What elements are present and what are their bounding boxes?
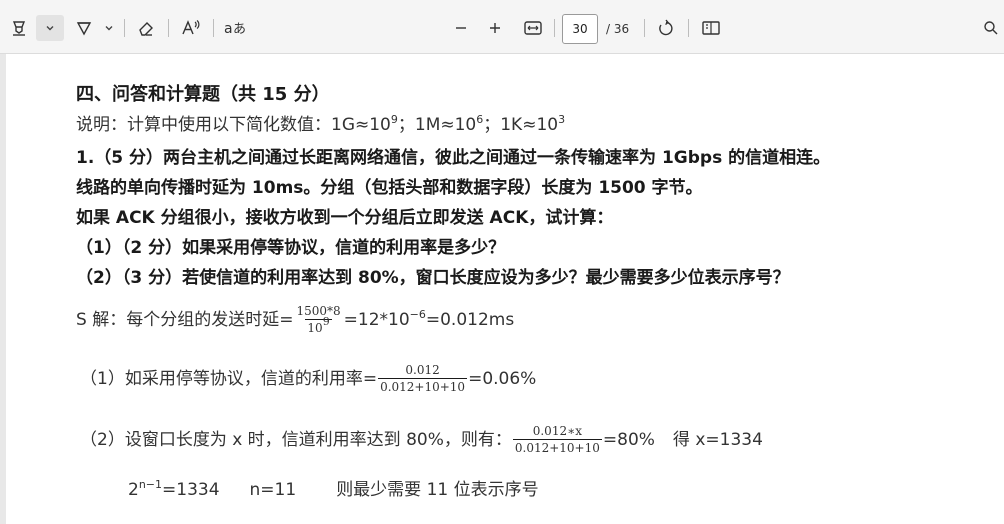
search-icon[interactable] xyxy=(980,15,1002,41)
answer-2-line: （2）设窗口长度为 x 时，信道利用率达到 80%，则有： 0.012∗x 0.01… xyxy=(80,424,763,456)
answer-3-base: 2 xyxy=(128,480,139,500)
answer-3-line: 2n−1=1334 n=11 则最少需要 11 位表示序号 xyxy=(128,475,539,500)
translate-icon[interactable]: aあ xyxy=(222,15,248,41)
answer-fraction-denominator: 109 xyxy=(305,316,332,336)
question-1-sub-1: （1）（2 分）如果采用停等协议，信道的利用率是多少？ xyxy=(76,238,506,258)
answer-1-prefix: （1）如采用停等协议，信道的利用率= xyxy=(80,369,378,389)
pdf-toolbar: aあ / 36 xyxy=(0,0,1004,54)
answer-1-line: （1）如采用停等协议，信道的利用率= 0.012 0.012+10+10 =0.06% xyxy=(80,363,536,395)
page-total: / 36 xyxy=(606,22,630,36)
answer-1-fraction: 0.012 0.012+10+10 xyxy=(378,363,468,395)
page-left-edge xyxy=(0,54,6,524)
note-1g-exp: 9 xyxy=(390,113,398,126)
answer-3-conclusion: 则最少需要 11 位表示序号 xyxy=(336,480,539,500)
answer-2-solve: 得 x=1334 xyxy=(672,430,763,450)
answer-2-fraction: 0.012∗x 0.012+10+10 xyxy=(512,424,602,456)
answer-denominator-base: 10 xyxy=(307,321,323,335)
note-sep: ； xyxy=(483,115,501,135)
toolbar-divider xyxy=(213,19,214,37)
note-1g: 1G≈10 xyxy=(331,115,391,135)
answer-result-b: =0.012ms xyxy=(425,310,515,330)
draw-dropdown-chevron-icon[interactable] xyxy=(100,15,118,41)
answer-result-exp: −6 xyxy=(409,308,426,321)
answer-fraction: 1500*8 109 xyxy=(294,304,342,336)
answer-2-denominator: 0.012+10+10 xyxy=(512,439,602,455)
toolbar-divider xyxy=(124,19,125,37)
question-1-sub-2: （2）（3 分）若使信道的利用率达到 80%，窗口长度应设为多少？最少需要多少位… xyxy=(76,268,790,288)
question-1-line-3: 如果 ACK 分组很小，接收方收到一个分组后立即发送 ACK，试计算： xyxy=(76,208,614,228)
note-1k-exp: 3 xyxy=(558,113,566,126)
answer-2-prefix: （2）设窗口长度为 x 时，信道利用率达到 80%，则有： xyxy=(80,430,512,450)
question-1-line-2: 线路的单向传播时延为 10ms。分组（包括头部和数据字段）长度为 1500 字节… xyxy=(76,178,703,198)
answer-3-exp: n−1 xyxy=(138,478,163,491)
note-1m: 1M≈10 xyxy=(414,115,477,135)
toolbar-divider xyxy=(688,19,689,37)
toolbar-divider xyxy=(644,19,645,37)
fit-page-icon[interactable] xyxy=(520,15,546,41)
question-1-line-1: 1.（5 分）两台主机之间通过长距离网络通信，彼此之间通过一条传输速率为 1Gb… xyxy=(76,148,831,168)
svg-text:あ: あ xyxy=(233,22,246,37)
answer-1-denominator: 0.012+10+10 xyxy=(378,378,468,394)
page-view-icon[interactable] xyxy=(698,15,724,41)
answer-prefix: S 解：每个分组的发送时延= xyxy=(76,310,294,330)
note-line: 说明：计算中使用以下简化数值：1G≈109；1M≈106；1K≈103 xyxy=(76,110,565,135)
note-1k: 1K≈10 xyxy=(500,115,559,135)
answer-3-n: n=11 xyxy=(249,480,297,500)
draw-icon[interactable] xyxy=(72,15,96,41)
answer-fraction-numerator: 1500*8 xyxy=(296,304,341,318)
note-sep: ； xyxy=(397,115,415,135)
toolbar-divider xyxy=(554,19,555,37)
eraser-icon[interactable] xyxy=(134,15,158,41)
answer-1-numerator: 0.012 xyxy=(405,363,440,377)
answer-result-a: =12*10 xyxy=(343,310,410,330)
answer-transmission-delay: S 解：每个分组的发送时延= 1500*8 109 =12*10−6=0.012ms xyxy=(76,304,514,336)
svg-text:a: a xyxy=(224,21,233,37)
highlight-dropdown-chevron-icon[interactable] xyxy=(36,15,64,41)
highlight-icon[interactable] xyxy=(6,15,32,41)
page-number-input[interactable] xyxy=(562,14,598,44)
answer-2-result: =80% xyxy=(602,430,655,450)
answer-1-result: =0.06% xyxy=(468,369,537,389)
answer-3-eq: =1334 xyxy=(162,480,220,500)
answer-denominator-exp: 9 xyxy=(322,315,330,328)
zoom-in-icon[interactable] xyxy=(484,15,506,41)
read-aloud-icon[interactable] xyxy=(178,15,204,41)
answer-2-numerator: 0.012∗x xyxy=(532,424,583,438)
toolbar-divider xyxy=(168,19,169,37)
zoom-out-icon[interactable] xyxy=(450,15,472,41)
rotate-icon[interactable] xyxy=(654,15,678,41)
note-label: 说明：计算中使用以下简化数值： xyxy=(76,115,331,135)
section-heading: 四、问答和计算题（共 15 分） xyxy=(76,84,330,105)
